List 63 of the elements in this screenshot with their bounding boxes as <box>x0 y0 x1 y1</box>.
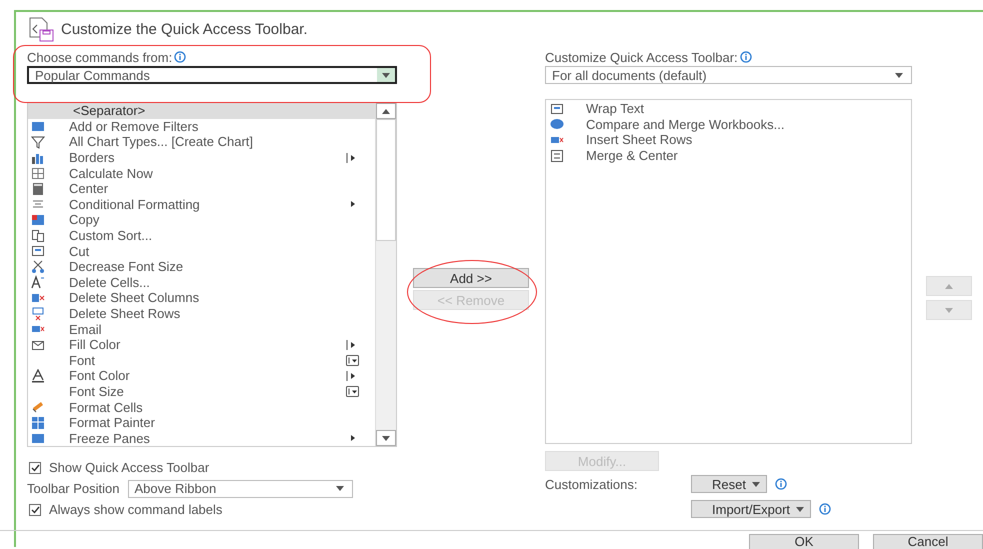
info-icon[interactable] <box>774 478 787 490</box>
caret-icon <box>336 486 344 491</box>
toolbar-item[interactable]: Compare and Merge Workbooks... <box>546 116 911 132</box>
info-icon[interactable] <box>740 51 752 63</box>
checkbox[interactable] <box>29 462 41 474</box>
import-export-button[interactable]: Import/Export <box>691 500 812 518</box>
command-icon <box>550 102 564 116</box>
command-item[interactable]: Decrease Font Size <box>28 258 375 275</box>
up-arrow-icon <box>945 284 953 288</box>
command-item[interactable]: Custom Sort... <box>28 228 375 244</box>
toolbar-icon <box>27 15 55 43</box>
caret-icon <box>752 482 760 486</box>
caret-icon <box>796 506 804 512</box>
field-label: Choose commands from: <box>27 50 172 64</box>
info-icon[interactable] <box>819 503 832 515</box>
up-arrow-icon <box>382 108 390 114</box>
toolbar-item[interactable]: Insert Sheet Rows <box>546 132 911 148</box>
dialog-title: Customize the Quick Access Toolbar. <box>61 20 308 38</box>
caret-icon <box>895 72 903 78</box>
commands-dropdown[interactable]: Popular Commands <box>27 66 397 84</box>
command-item[interactable]: <Separator> <box>28 103 375 119</box>
info-icon[interactable] <box>174 51 186 63</box>
command-item[interactable]: Font Color <box>28 368 375 384</box>
command-item[interactable]: Copy <box>28 212 375 228</box>
checkbox-label: Show Quick Access Toolbar <box>49 460 210 475</box>
command-item[interactable]: Format Painter <box>28 414 375 430</box>
caret-icon <box>382 436 390 440</box>
down-arrow-icon <box>945 308 953 312</box>
command-item[interactable]: Calculate Now <box>28 165 375 181</box>
ok-button[interactable]: OK <box>749 534 859 549</box>
command-item[interactable]: Font <box>28 352 375 368</box>
caret-icon <box>382 72 390 78</box>
command-icon <box>550 117 564 132</box>
command-item[interactable]: Add or Remove Filters <box>28 118 375 134</box>
command-item[interactable]: Font Size <box>28 384 375 400</box>
field-label: Toolbar Position <box>27 481 120 496</box>
cancel-button[interactable]: Cancel <box>873 534 983 549</box>
command-item[interactable]: Delete Sheet Columns <box>28 290 375 306</box>
scroll-down-button[interactable] <box>376 430 396 446</box>
scroll-up-button[interactable] <box>376 103 396 119</box>
command-item[interactable]: Freeze Panes <box>28 430 375 446</box>
reset-button[interactable]: Reset <box>691 475 767 493</box>
command-item[interactable]: Conditional Formatting <box>28 196 375 212</box>
position-dropdown[interactable]: Above Ribbon <box>128 480 352 498</box>
command-item[interactable]: Fill Color <box>28 336 375 352</box>
toolbar-item[interactable]: Wrap Text <box>546 101 911 117</box>
toolbar-item[interactable]: Merge & Center <box>546 148 911 164</box>
field-label: Customize Quick Access Toolbar: <box>545 50 738 64</box>
command-item[interactable]: Format Cells <box>28 399 375 415</box>
documents-dropdown[interactable]: For all documents (default) <box>545 66 912 84</box>
command-item[interactable]: Cut <box>28 243 375 259</box>
command-item[interactable]: Email <box>28 321 375 337</box>
command-item[interactable]: Center <box>28 180 375 197</box>
command-icon <box>550 148 564 163</box>
checkbox[interactable] <box>29 504 41 516</box>
command-item[interactable]: Delete Cells... <box>28 274 375 290</box>
scroll-thumb[interactable] <box>376 119 396 241</box>
command-item[interactable]: All Chart Types... [Create Chart] <box>28 134 375 150</box>
command-item[interactable]: Delete Sheet Rows <box>28 306 375 322</box>
field-label: Customizations: <box>545 476 638 492</box>
add-button[interactable]: Add >> <box>413 268 529 288</box>
checkbox-label: Always show command labels <box>49 502 222 517</box>
command-item[interactable]: Borders <box>28 150 375 166</box>
